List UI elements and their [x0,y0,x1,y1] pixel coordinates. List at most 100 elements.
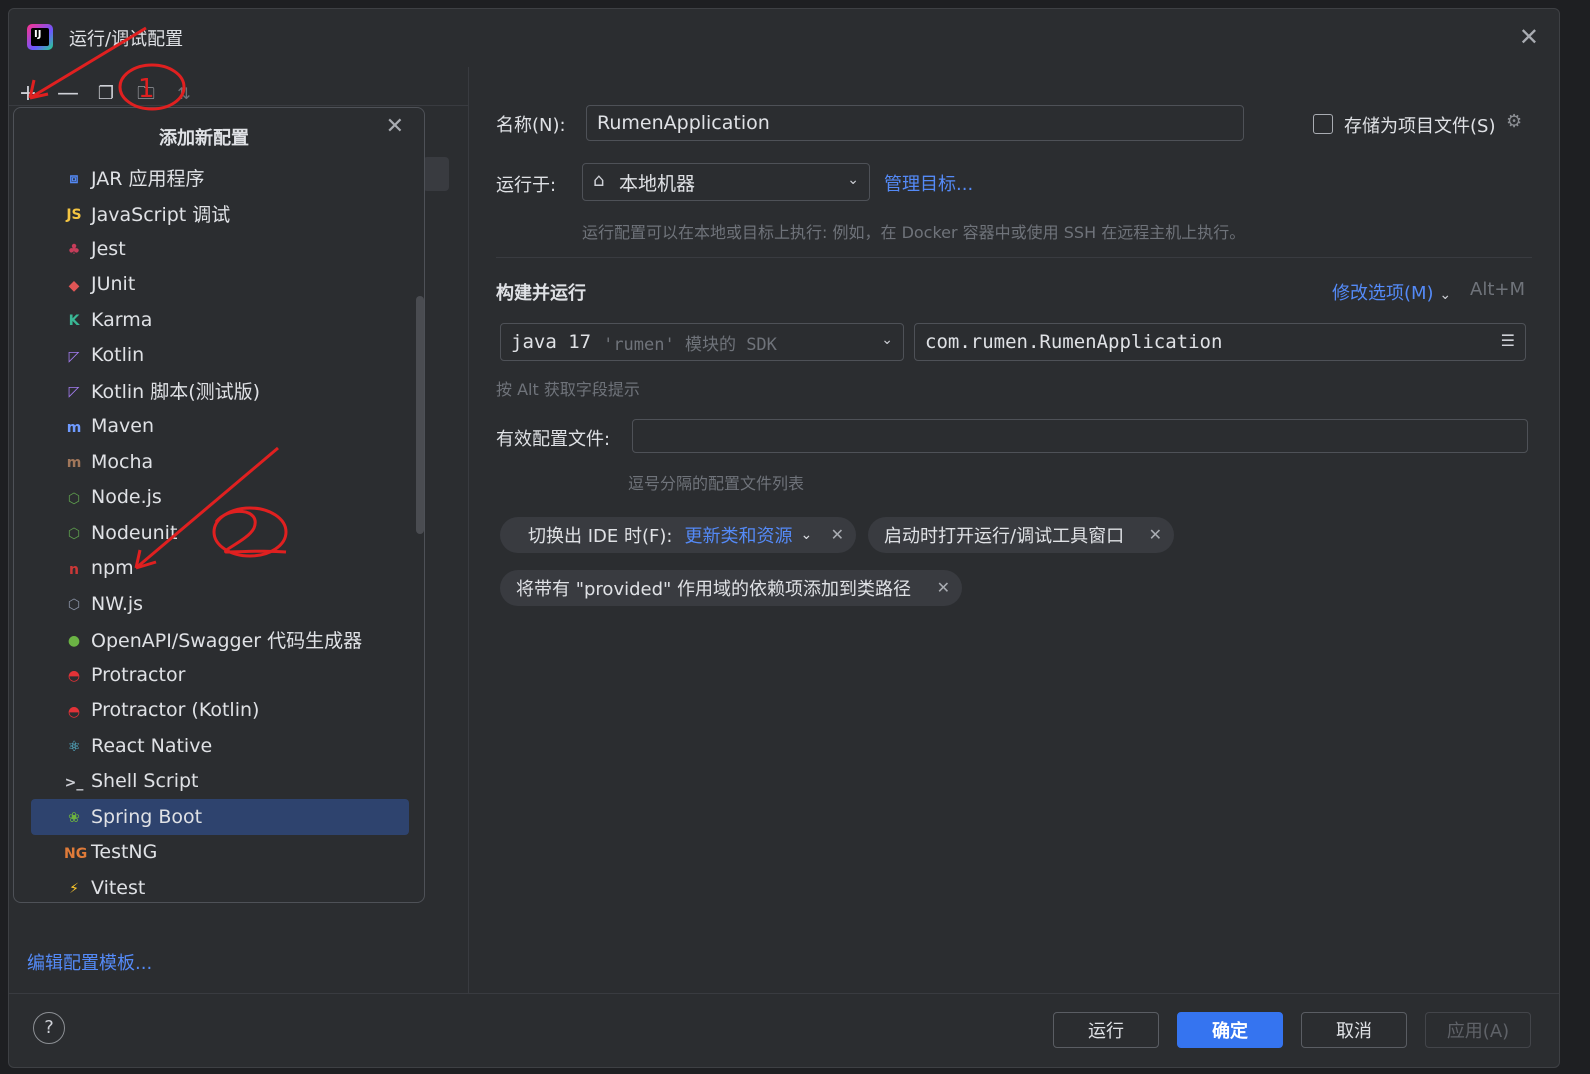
testng-icon: NG [64,845,88,862]
config-type-label: Nodeunit [91,521,178,544]
name-field[interactable]: RumenApplication [586,105,1244,141]
close-dialog-button[interactable]: ✕ [1519,25,1539,49]
config-type-item[interactable]: ⚛ React Native [31,728,409,764]
config-type-item[interactable]: ⬡ NW.js [31,586,409,622]
remove-chip-icon[interactable]: ✕ [937,578,950,597]
store-as-project-file-label: 存储为项目文件(S) [1344,116,1496,137]
config-type-item[interactable]: ⧈ JAR 应用程序 [31,160,409,196]
run-button[interactable]: 运行 [1053,1012,1159,1048]
junit-icon: ◆ [68,277,80,294]
config-type-item[interactable]: ◸ Kotlin [31,338,409,374]
jdk-hint: 'rumen' 模块的 SDK [603,334,777,355]
chip-label: 将带有 "provided" 作用域的依赖项添加到类路径 [516,579,912,600]
cancel-button[interactable]: 取消 [1301,1012,1407,1048]
nwjs-icon: ⬡ [67,597,81,613]
jar-icon: ⧈ [69,171,79,187]
remove-chip-icon[interactable]: ✕ [831,525,844,544]
config-type-item[interactable]: JS JavaScript 调试 [31,196,409,232]
copy-config-icon[interactable]: ❐ [93,81,119,107]
dialog-footer: ? 运行 确定 取消 应用(A) [9,993,1559,1067]
run-on-dropdown[interactable]: ⌂ 本地机器 ⌄ [582,163,870,201]
sort-config-icon[interactable]: ⇅ [171,81,197,107]
alt-hint: 按 Alt 获取字段提示 [496,380,640,399]
npm-icon: n [69,561,79,578]
modify-options-shortcut: Alt+M [1470,279,1525,300]
ok-button[interactable]: 确定 [1177,1012,1283,1048]
config-type-label: Protractor (Kotlin) [91,699,260,722]
on-frame-deactivation-chip[interactable]: 切换出 IDE 时(F): 更新类和资源 ⌄ ✕ [500,517,856,553]
shell-script-icon: >_ [64,774,84,791]
react-icon: ⚛ [67,739,81,755]
dialog-title: 运行/调试配置 [69,29,184,50]
toolbar-divider [9,105,469,106]
config-type-item[interactable]: m Maven [31,409,409,445]
add-new-config-popup: 添加新配置 ✕ ⧈ JAR 应用程序 JS JavaScript 调试 ♣ Jest ◆ JU… [13,107,425,903]
title-bar: IJ 运行/调试配置 ✕ [9,9,1559,67]
settings-gear-icon[interactable]: ⚙ [1506,111,1522,132]
config-type-item[interactable]: m Mocha [31,444,409,480]
chip-label: 切换出 IDE 时(F): [528,526,673,547]
apply-button[interactable]: 应用(A) [1425,1012,1531,1048]
remove-config-button[interactable]: — [55,81,81,107]
config-type-label: Protractor [91,663,186,686]
config-type-item[interactable]: n npm [31,551,409,587]
add-config-button[interactable]: + [15,81,41,107]
store-as-project-file-checkbox[interactable] [1313,114,1333,134]
mocha-icon: m [66,455,82,471]
config-type-label: NW.js [91,592,144,615]
active-profiles-field[interactable] [632,419,1528,453]
config-type-item[interactable]: >_ Shell Script [31,764,409,800]
config-type-label: Maven [91,415,155,438]
chevron-down-icon: ⌄ [847,172,859,188]
config-type-item[interactable]: NG TestNG [31,835,409,871]
config-type-item[interactable]: ⚡ Vitest [31,870,409,906]
run-on-label: 运行于: [496,175,557,196]
config-type-item[interactable]: ◓ Protractor [31,657,409,693]
config-type-item[interactable]: ⬡ Node.js [31,480,409,516]
config-type-label: Spring Boot [91,805,203,828]
remove-chip-icon[interactable]: ✕ [1149,525,1162,544]
config-type-label: React Native [91,734,213,757]
nodeunit-icon: ⬡ [67,526,81,542]
config-editor-pane: 名称(N): RumenApplication 存储为项目文件(S) ⚙ 运行于… [470,67,1559,993]
chip-value[interactable]: 更新类和资源 [684,522,792,548]
jdk-dropdown[interactable]: java 17 'rumen' 模块的 SDK ⌄ [500,323,904,361]
config-type-item[interactable]: ◆ JUnit [31,267,409,303]
maven-icon: m [66,419,82,436]
protractor-kotlin-icon: ◓ [67,703,81,720]
main-class-field[interactable]: com.rumen.RumenApplication ☰ [914,323,1526,361]
popup-title: 添加新配置 [159,128,249,149]
chip-label: 启动时打开运行/调试工具窗口 [884,526,1125,547]
openapi-icon: ● [67,632,81,649]
config-type-label: Vitest [91,876,146,899]
tree-selection-stub [423,157,449,191]
modify-options-link[interactable]: 修改选项(M) ⌄ [1332,279,1451,305]
config-type-item[interactable]: ◓ Protractor (Kotlin) [31,693,409,729]
config-type-item[interactable]: ● OpenAPI/Swagger 代码生成器 [31,622,409,658]
protractor-icon: ◓ [67,668,81,684]
config-type-label: JUnit [91,273,136,296]
save-to-folder-icon[interactable]: 🗀 [133,81,159,107]
edit-config-templates-link[interactable]: 编辑配置模板... [27,949,152,975]
active-profiles-label: 有效配置文件: [496,429,611,450]
build-run-section-title: 构建并运行 [496,283,586,304]
browse-class-icon[interactable]: ☰ [1501,331,1515,350]
config-type-label: JAR 应用程序 [91,168,205,191]
config-type-item[interactable]: K Karma [31,302,409,338]
popup-scrollbar[interactable] [416,296,424,534]
popup-close-button[interactable]: ✕ [386,114,404,139]
manage-targets-link[interactable]: 管理目标... [884,170,973,196]
config-type-item[interactable]: ◸ Kotlin 脚本(测试版) [31,373,409,409]
config-type-label: TestNG [91,841,158,864]
vitest-icon: ⚡ [69,881,79,897]
open-tool-window-chip[interactable]: 启动时打开运行/调试工具窗口 ✕ [868,517,1174,553]
config-type-item[interactable]: ♣ Jest [31,231,409,267]
config-type-label: Shell Script [91,770,199,793]
config-type-list: ⧈ JAR 应用程序 JS JavaScript 调试 ♣ Jest ◆ JUnit K Karm… [31,160,409,906]
help-button[interactable]: ? [33,1012,65,1044]
nodejs-icon: ⬡ [67,490,81,507]
config-type-item[interactable]: ❀ Spring Boot [31,799,409,835]
config-type-label: Kotlin [91,344,145,367]
provided-scope-chip[interactable]: 将带有 "provided" 作用域的依赖项添加到类路径 ✕ [500,570,962,606]
config-type-item[interactable]: ⬡ Nodeunit [31,515,409,551]
